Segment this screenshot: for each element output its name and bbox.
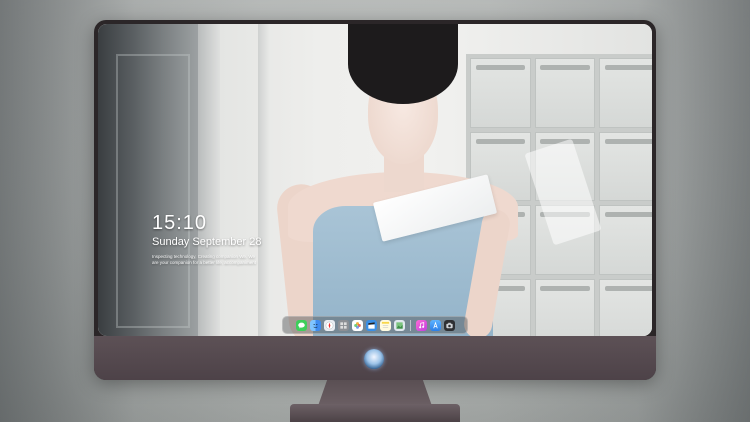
finder-icon[interactable]: [309, 319, 321, 331]
preview-icon[interactable]: [393, 319, 405, 331]
music-icon[interactable]: [415, 319, 427, 331]
brand-logo-icon: [364, 349, 384, 369]
safari-icon[interactable]: [323, 319, 335, 331]
wallpaper-wall-post: [258, 24, 270, 336]
lock-clock: 15:10: [152, 212, 208, 234]
app-store-icon[interactable]: [429, 319, 441, 331]
wallpaper-person-hair: [348, 24, 458, 104]
dock: [282, 316, 468, 334]
desktop-screen: 15:10 Sunday September 28 Inspecting tec…: [98, 24, 652, 336]
mailbox: [470, 58, 531, 128]
notes-icon[interactable]: [379, 319, 391, 331]
wallpaper-door-panel: [116, 54, 190, 328]
messages-icon[interactable]: [295, 319, 307, 331]
mailbox: [599, 278, 652, 336]
lock-tagline: Inspecting technology, Creating companio…: [152, 254, 257, 265]
claquette-icon[interactable]: [365, 319, 377, 331]
mailbox: [534, 278, 596, 336]
monitor-chin: [94, 336, 656, 380]
lock-date: Sunday September 28: [152, 236, 262, 248]
mailbox: [599, 131, 652, 201]
monitor-stand-base: [290, 404, 460, 422]
camera-icon[interactable]: [443, 319, 455, 331]
wallpaper-door-frame: [198, 24, 220, 336]
launchpad-icon[interactable]: [337, 319, 349, 331]
dock-separator: [409, 319, 411, 331]
mailbox: [534, 58, 596, 128]
mailbox: [599, 58, 652, 128]
monitor-stand-neck: [318, 380, 432, 406]
monitor: 15:10 Sunday September 28 Inspecting tec…: [94, 20, 656, 380]
mailbox: [599, 205, 652, 275]
lock-screen-info: 15:10 Sunday September 28 Inspecting tec…: [152, 212, 262, 266]
photos-icon[interactable]: [351, 319, 363, 331]
